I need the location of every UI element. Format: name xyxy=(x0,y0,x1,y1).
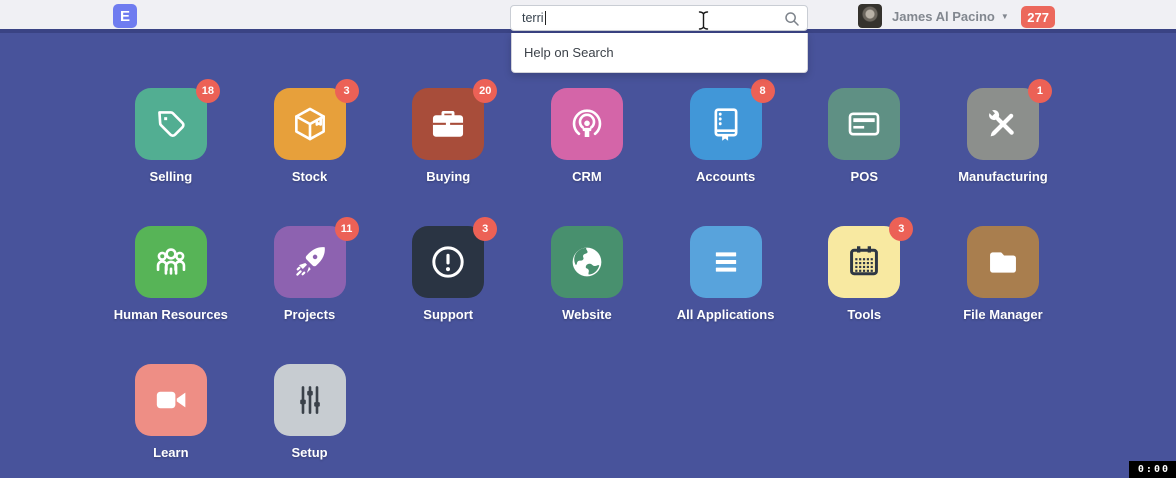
app-tile-crm[interactable]: CRM xyxy=(551,88,623,184)
app-tile-label: Website xyxy=(562,307,612,322)
box-icon: 3 xyxy=(274,88,346,160)
video-icon xyxy=(135,364,207,436)
app-tile-label: Buying xyxy=(426,169,470,184)
search-dropdown: Help on Search xyxy=(511,33,808,73)
app-count-badge: 3 xyxy=(889,217,913,241)
app-tile-label: POS xyxy=(851,169,878,184)
app-tile-label: Selling xyxy=(150,169,193,184)
alert-circle-icon: 3 xyxy=(412,226,484,298)
app-tile-selling[interactable]: 18 Selling xyxy=(135,88,207,184)
app-tile-projects[interactable]: 11 Projects xyxy=(274,226,346,322)
global-search: terri Help on Search xyxy=(510,5,808,31)
app-grid: 18 Selling 3 Stock 20 Buying CRM 8 Accou… xyxy=(102,88,1176,460)
home-logo-button[interactable]: E xyxy=(113,4,137,28)
app-tile-label: All Applications xyxy=(677,307,775,322)
app-tile-website[interactable]: Website xyxy=(551,226,623,322)
sliders-icon xyxy=(274,364,346,436)
app-tile-label: File Manager xyxy=(963,307,1042,322)
app-count-badge: 18 xyxy=(196,79,220,103)
app-tile-label: Learn xyxy=(153,445,188,460)
search-dropdown-item-help[interactable]: Help on Search xyxy=(512,45,807,60)
app-tile-all-applications[interactable]: All Applications xyxy=(677,226,775,322)
broadcast-user-icon xyxy=(551,88,623,160)
app-tile-file-manager[interactable]: File Manager xyxy=(963,226,1042,322)
chevron-down-icon: ▼ xyxy=(1001,12,1009,21)
app-tile-buying[interactable]: 20 Buying xyxy=(412,88,484,184)
app-tile-human-resources[interactable]: Human Resources xyxy=(114,226,228,322)
app-tile-learn[interactable]: Learn xyxy=(135,364,207,460)
app-tile-tools[interactable]: 3 Tools xyxy=(828,226,900,322)
app-tile-label: Stock xyxy=(292,169,327,184)
search-input-value: terri xyxy=(522,11,544,25)
app-count-badge: 1 xyxy=(1028,79,1052,103)
app-count-badge: 20 xyxy=(473,79,497,103)
app-tile-manufacturing[interactable]: 1 Manufacturing xyxy=(958,88,1048,184)
app-tile-label: Projects xyxy=(284,307,335,322)
recording-timer: 0:00 xyxy=(1129,461,1176,478)
calendar-icon: 3 xyxy=(828,226,900,298)
desk-screen: E terri Help on Search James Al Pacino ▼… xyxy=(0,0,1176,478)
app-tile-setup[interactable]: Setup xyxy=(274,364,346,460)
desktop: 18 Selling 3 Stock 20 Buying CRM 8 Accou… xyxy=(0,37,1176,478)
navbar: E terri Help on Search James Al Pacino ▼… xyxy=(0,0,1176,33)
user-name: James Al Pacino xyxy=(892,9,995,24)
app-count-badge: 8 xyxy=(751,79,775,103)
tag-icon: 18 xyxy=(135,88,207,160)
ledger-icon: 8 xyxy=(690,88,762,160)
search-icon[interactable] xyxy=(784,11,800,30)
folder-icon xyxy=(967,226,1039,298)
app-tile-support[interactable]: 3 Support xyxy=(412,226,484,322)
app-tile-accounts[interactable]: 8 Accounts xyxy=(690,88,762,184)
app-tile-label: Human Resources xyxy=(114,307,228,322)
app-tile-label: Setup xyxy=(291,445,327,460)
search-input[interactable]: terri xyxy=(510,5,808,31)
menu-icon xyxy=(690,226,762,298)
app-tile-pos[interactable]: POS xyxy=(828,88,900,184)
user-menu[interactable]: James Al Pacino ▼ xyxy=(858,0,1009,33)
app-count-badge: 3 xyxy=(335,79,359,103)
text-caret xyxy=(545,11,546,25)
briefcase-icon: 20 xyxy=(412,88,484,160)
app-count-badge: 11 xyxy=(335,217,359,241)
notifications-badge[interactable]: 277 xyxy=(1021,6,1055,28)
globe-icon xyxy=(551,226,623,298)
credit-card-icon xyxy=(828,88,900,160)
app-tile-label: Tools xyxy=(847,307,881,322)
app-tile-label: CRM xyxy=(572,169,602,184)
app-count-badge: 3 xyxy=(473,217,497,241)
user-avatar xyxy=(858,4,882,28)
tools-icon: 1 xyxy=(967,88,1039,160)
app-tile-label: Manufacturing xyxy=(958,169,1048,184)
app-tile-label: Support xyxy=(423,307,473,322)
app-tile-stock[interactable]: 3 Stock xyxy=(274,88,346,184)
app-tile-label: Accounts xyxy=(696,169,755,184)
people-icon xyxy=(135,226,207,298)
rocket-icon: 11 xyxy=(274,226,346,298)
